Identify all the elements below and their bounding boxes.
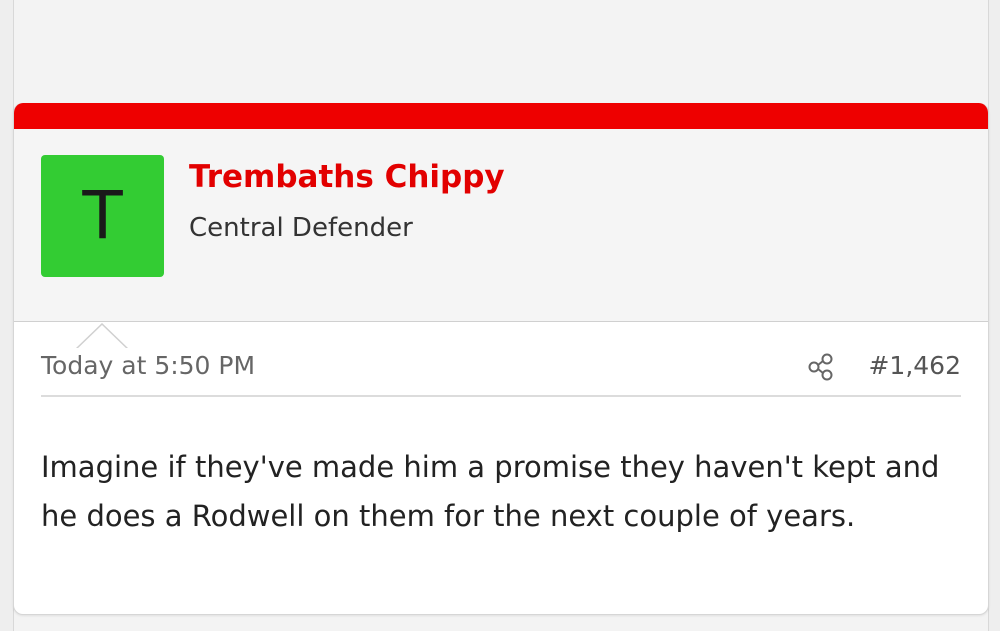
username-link[interactable]: Trembaths Chippy [189,159,505,195]
post-author-header: T Trembaths Chippy Central Defender [14,129,988,349]
post-accent-bar [14,103,988,129]
avatar[interactable]: T [41,155,164,277]
user-title: Central Defender [189,213,413,243]
post-message: Imagine if they've made him a promise th… [41,450,940,533]
forum-post: T Trembaths Chippy Central Defender Toda… [13,103,989,615]
post-permalink[interactable]: #1,462 [868,351,961,380]
share-icon[interactable] [807,353,835,381]
post-date[interactable]: Today at 5:50 PM [41,351,255,380]
post-meta-row: Today at 5:50 PM #1,462 [41,343,961,397]
